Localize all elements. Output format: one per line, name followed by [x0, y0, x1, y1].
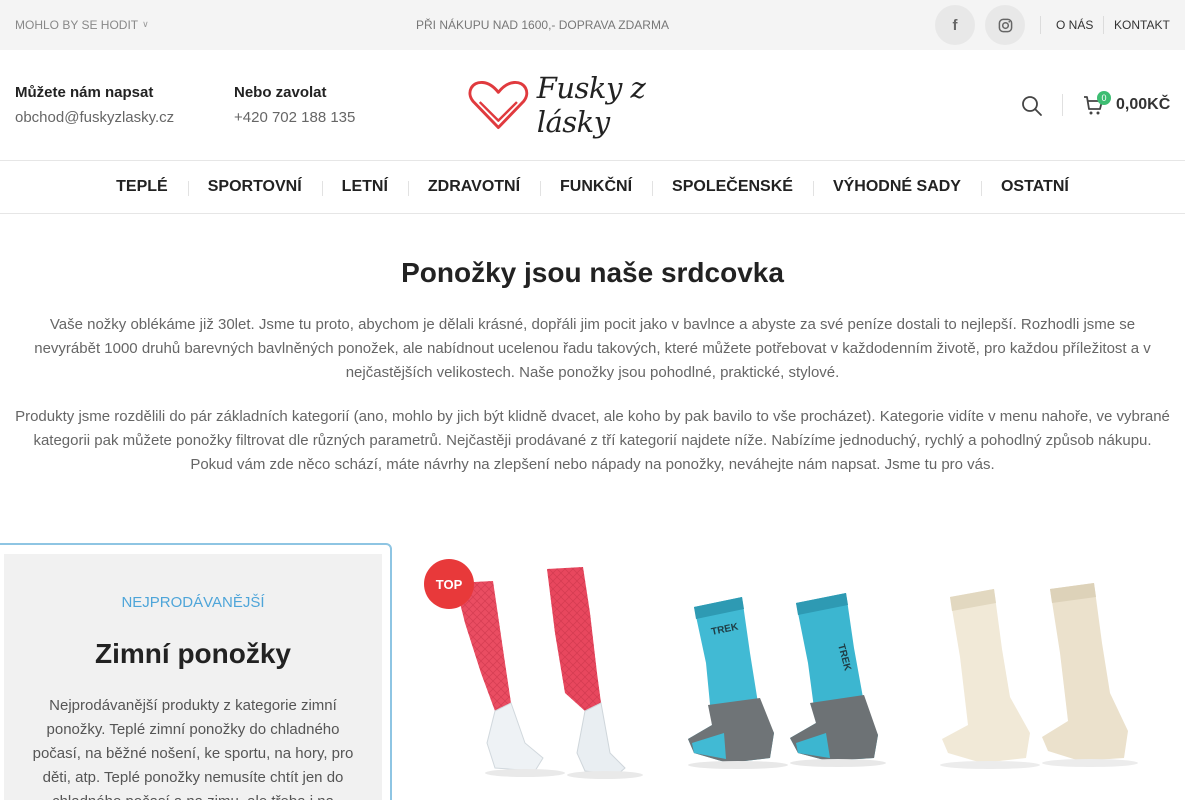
top-badge: TOP [424, 559, 474, 609]
nav-item-health[interactable]: ZDRAVOTNÍ [407, 178, 540, 196]
blue-trek-socks-image: TREK TREK [688, 593, 886, 769]
phone-contact: Nebo zavolat +420 702 188 135 [234, 84, 355, 126]
site-header: Můžete nám napsat obchod@fuskyzlasky.cz … [0, 50, 1185, 161]
email-link[interactable]: obchod@fuskyzlasky.cz [15, 109, 174, 126]
site-logo[interactable]: Fusky z lásky [468, 71, 723, 139]
divider [1040, 16, 1041, 34]
nav-item-bundles[interactable]: VÝHODNÉ SADY [812, 178, 981, 196]
instagram-glyph [998, 18, 1012, 32]
nav-item-formal[interactable]: SPOLEČENSKÉ [652, 178, 813, 196]
product-card[interactable]: TREK TREK [678, 553, 923, 800]
phone-link[interactable]: +420 702 188 135 [234, 109, 355, 126]
nav-item-warm[interactable]: TEPLÉ [96, 178, 188, 196]
email-contact: Můžete nám napsat obchod@fuskyzlasky.cz [15, 84, 174, 126]
category-kicker: NEJPRODÁVANĚJŠÍ [121, 594, 265, 611]
page-title: Ponožky jsou naše srdcovka [401, 257, 784, 288]
intro-paragraph: Produkty jsme rozdělili do pár základníc… [15, 408, 1170, 473]
email-contact-title: Můžete nám napsat [15, 84, 154, 101]
product-card[interactable] [930, 553, 1175, 800]
search-glyph [1022, 96, 1042, 116]
nav-item-summer[interactable]: LETNÍ [321, 178, 408, 196]
intro-paragraph: Vaše nožky oblékáme již 30let. Jsme tu p… [34, 316, 1151, 381]
instagram-icon[interactable] [985, 5, 1025, 45]
shipping-promo-text: PŘI NÁKUPU NAD 1600,- DOPRAVA ZDARMA [416, 18, 669, 32]
divider [1062, 94, 1063, 116]
facebook-icon[interactable]: f [935, 5, 975, 45]
main-navigation: TEPLÉ SPORTOVNÍ LETNÍ ZDRAVOTNÍ FUNKČNÍ … [0, 161, 1185, 214]
divider [1103, 16, 1104, 34]
category-card: NEJPRODÁVANĚJŠÍ Zimní ponožky Nejprodáva… [0, 543, 392, 800]
about-us-link[interactable]: O NÁS [1056, 18, 1093, 32]
logo-text: Fusky z lásky [536, 71, 646, 139]
cart-button[interactable]: 0 0,00KČ [1082, 90, 1170, 120]
heart-logo-icon [468, 81, 529, 129]
category-card-body: NEJPRODÁVANĚJŠÍ Zimní ponožky Nejprodáva… [4, 554, 382, 800]
contact-link[interactable]: KONTAKT [1114, 18, 1170, 32]
nav-item-other[interactable]: OSTATNÍ [980, 178, 1089, 196]
phone-contact-title: Nebo zavolat [234, 84, 327, 101]
top-bar: MOHLO BY SE HODIT ∨ PŘI NÁKUPU NAD 1600,… [0, 0, 1185, 50]
category-title[interactable]: Zimní ponožky [4, 638, 382, 670]
category-description: Nejprodávanější produkty z kategorie zim… [32, 697, 354, 800]
search-icon[interactable] [1020, 94, 1044, 118]
nav-item-sport[interactable]: SPORTOVNÍ [187, 178, 322, 196]
cart-count-badge: 0 [1097, 91, 1111, 105]
nav-item-functional[interactable]: FUNKČNÍ [540, 178, 652, 196]
cream-wool-socks-image [940, 583, 1138, 769]
cart-total: 0,00KČ [1116, 96, 1171, 113]
